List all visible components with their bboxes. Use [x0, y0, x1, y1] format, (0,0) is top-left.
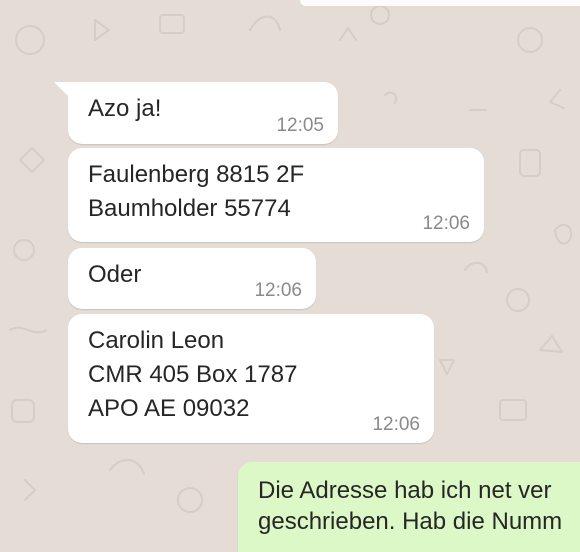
bubble-tail	[54, 82, 68, 96]
message-line: CMR 405 Box 1787	[88, 361, 298, 388]
message-text: Azo ja!	[88, 95, 162, 122]
message-timestamp: 12:06	[254, 280, 302, 301]
message-line: APO AE 09032	[88, 395, 250, 422]
outgoing-message-bubble[interactable]: Die Adresse hab ich net ver geschrieben. …	[238, 462, 580, 552]
message-line: Baumholder 55774	[88, 195, 291, 222]
previous-message-edge	[300, 0, 580, 6]
message-timestamp: 12:05	[276, 115, 324, 136]
message-bubble[interactable]: Oder 12:06	[68, 248, 316, 309]
message-bubble[interactable]: Azo ja! 12:05	[54, 82, 338, 144]
message-bubble[interactable]: Carolin Leon CMR 405 Box 1787 APO AE 090…	[68, 314, 434, 443]
message-bubble[interactable]: Faulenberg 8815 2F Baumholder 55774 12:0…	[68, 148, 484, 242]
message-text: Faulenberg 8815 2F Baumholder 55774	[88, 158, 304, 226]
message-text: Die Adresse hab ich net ver geschrieben. …	[258, 475, 562, 537]
message-line: Die Adresse hab ich net ver	[258, 477, 552, 504]
message-line: geschrieben. Hab die Numm	[258, 508, 563, 535]
message-text: Oder	[88, 261, 142, 288]
message-line: Faulenberg 8815 2F	[88, 161, 305, 188]
message-text: Carolin Leon CMR 405 Box 1787 APO AE 090…	[88, 324, 297, 426]
message-timestamp: 12:06	[422, 213, 470, 234]
message-timestamp: 12:06	[372, 414, 420, 435]
message-line: Carolin Leon	[88, 327, 225, 354]
